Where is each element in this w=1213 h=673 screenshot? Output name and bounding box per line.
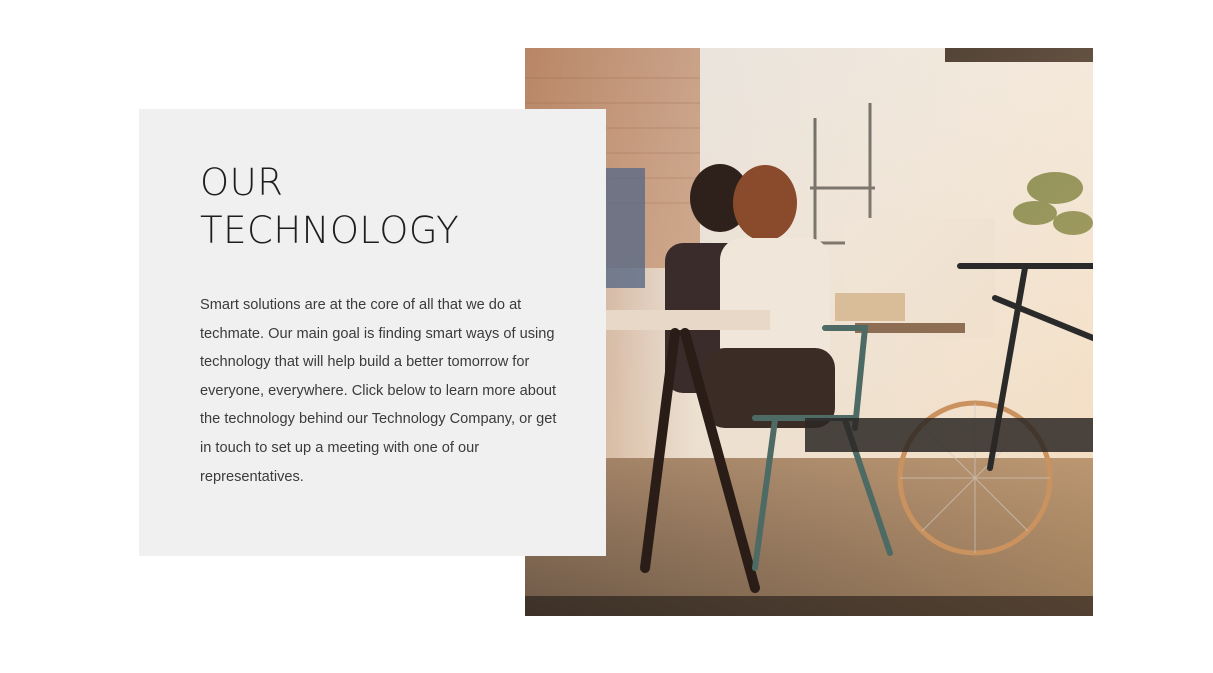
section-title-line-1: OUR xyxy=(200,161,284,204)
office-photo-illustration xyxy=(525,48,1093,616)
section-title-line-2: TECHNOLOGY xyxy=(200,209,460,252)
section-description: Smart solutions are at the core of all t… xyxy=(200,297,557,485)
section-title: OUR TECHNOLOGY xyxy=(200,159,580,255)
office-photo xyxy=(525,48,1093,616)
page: OUR TECHNOLOGY Smart solutions are at th… xyxy=(0,0,1213,673)
technology-card: OUR TECHNOLOGY Smart solutions are at th… xyxy=(139,109,606,556)
